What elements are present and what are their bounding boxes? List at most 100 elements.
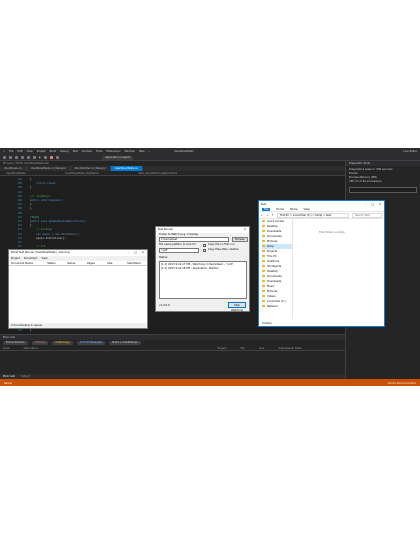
code-line[interactable]: var panel = new UserPanel(); (30, 233, 80, 236)
menu-debug[interactable]: Debug (60, 150, 69, 153)
column-project[interactable]: Project (218, 347, 227, 350)
column-status[interactable]: Status (47, 262, 67, 265)
menu-project[interactable]: Project (11, 257, 20, 260)
line-number: 106 (17, 199, 22, 202)
line-number: 105 (17, 194, 22, 198)
code-line[interactable]: } (30, 207, 32, 210)
code-line[interactable]: panel.Initialize(); (30, 237, 66, 240)
code-line[interactable]: // Act (30, 245, 45, 248)
line-number: 101 (17, 178, 22, 181)
code-line[interactable]: return false; (30, 182, 56, 185)
browse-button[interactable]: Browse (232, 237, 248, 242)
search-icon[interactable]: ⌕ (149, 150, 150, 153)
maximize-icon[interactable]: □ (134, 250, 136, 256)
code-line[interactable]: /// <summary> (30, 195, 50, 198)
forward-icon[interactable] (9, 156, 12, 159)
menu-tools[interactable]: Tools (96, 150, 102, 153)
column-submitted[interactable]: Submitted (127, 262, 147, 265)
menu-build[interactable]: Build (50, 150, 57, 153)
code-line[interactable]: { (30, 224, 32, 227)
stop-icon[interactable] (50, 156, 53, 159)
nav-item[interactable]: Network (262, 304, 292, 309)
vs-logo-icon[interactable]: ∞ (3, 150, 5, 153)
close-icon[interactable]: ✕ (142, 250, 144, 256)
pause-icon[interactable] (44, 156, 47, 159)
column-size[interactable]: Size (107, 262, 127, 265)
option1-checkbox[interactable] (203, 244, 206, 247)
minimize-icon[interactable]: – (365, 203, 366, 206)
ribbon-file[interactable]: File (262, 207, 271, 211)
close-icon[interactable]: ✕ (379, 203, 381, 206)
dialog-close-icon[interactable]: ✕ (244, 227, 249, 233)
folder-input[interactable]: C:\temp\test (159, 237, 229, 242)
maximize-icon[interactable]: □ (371, 203, 373, 206)
back-icon[interactable] (3, 156, 6, 159)
menu-file[interactable]: File (9, 150, 13, 153)
build-filter-dropdown[interactable]: Build + IntelliSense (109, 341, 141, 345)
option2-checkbox[interactable] (203, 249, 206, 252)
code-line[interactable]: } (30, 186, 32, 189)
line-number: 117 (17, 245, 22, 249)
minimize-icon[interactable]: – (128, 250, 129, 256)
menu-view[interactable]: View (41, 257, 47, 260)
code-line[interactable]: } (30, 329, 32, 332)
undo-icon[interactable] (27, 156, 30, 159)
add-to-source-control[interactable]: Add to Source Control (388, 382, 416, 385)
column-pages[interactable]: Pages (87, 262, 107, 265)
code-line[interactable]: { (30, 203, 32, 206)
application-insights-button[interactable]: Application Insights (102, 155, 134, 160)
errors-filter-button[interactable]: 0 Errors (32, 341, 49, 345)
explorer-status: 0 items (262, 322, 272, 325)
search-input[interactable]: Search test (352, 212, 382, 218)
line-number: 103 (17, 186, 22, 190)
back-arrow-icon[interactable]: ← (261, 214, 263, 217)
nav-class-dropdown[interactable]: UserPanelTests.UserPanel (65, 172, 98, 175)
menu-window[interactable]: Window (124, 150, 134, 153)
column-document-name[interactable]: Document Name (11, 262, 47, 265)
forward-arrow-icon[interactable]: → (266, 214, 268, 217)
menu-test[interactable]: Test (73, 150, 78, 153)
menu-help[interactable]: Help (139, 150, 145, 153)
restart-icon[interactable] (56, 156, 59, 159)
line-number: 137 (17, 329, 22, 333)
stop-watching-button[interactable]: Stop Watching (228, 302, 246, 312)
column-line[interactable]: Line (259, 347, 264, 350)
address-bar[interactable]: This PC > Local Disk (C:) > temp > test (276, 212, 349, 218)
save-icon[interactable] (15, 156, 18, 159)
messages-filter-button[interactable]: 0 of 40 Messages (76, 341, 106, 345)
column-owner[interactable]: Owner (67, 262, 87, 265)
line-number: 115 (17, 236, 22, 240)
save-all-icon[interactable] (21, 156, 24, 159)
ribbon-view[interactable]: View (304, 208, 310, 211)
code-line[interactable]: // Arrange (30, 228, 52, 231)
continue-icon[interactable]: ▶ (39, 156, 41, 159)
code-line[interactable]: { (30, 178, 32, 181)
tab-error-list[interactable]: Error List (3, 375, 15, 378)
menu-document[interactable]: Document (24, 257, 37, 260)
code-line[interactable]: [Test] (30, 216, 39, 219)
pattern-input[interactable]: *.pdf (159, 248, 199, 253)
menu-analyze[interactable]: Analyze (82, 150, 92, 153)
column-description[interactable]: Description (24, 347, 204, 350)
tab-output[interactable]: Output (21, 375, 30, 378)
menu-edit[interactable]: Edit (18, 150, 23, 153)
log-box[interactable]: [1:1] 2023 9:41:17 PM - Watching: C:\tem… (159, 261, 247, 299)
ribbon-share[interactable]: Share (290, 208, 298, 211)
nav-project-dropdown[interactable]: UserPanelTests (6, 172, 25, 175)
column-file[interactable]: File (241, 347, 245, 350)
live-share-button[interactable]: Live Share (403, 150, 417, 153)
test-runner-dialog: Test Runner ✕ Folder to Watch (e.g. C:\t… (155, 226, 250, 312)
column-suppression[interactable]: Suppression State (278, 347, 302, 350)
menu-extensions[interactable]: Extensions (106, 150, 120, 153)
code-line[interactable]: public void Dispose() (30, 199, 63, 202)
menu-project[interactable]: Project (37, 150, 46, 153)
warnings-filter-button[interactable]: 0 Warnings (52, 341, 73, 345)
menu-view[interactable]: View (27, 150, 33, 153)
code-line[interactable]: public void UpdatePanelsByCriteria() (30, 220, 86, 223)
column-code[interactable]: Code (3, 347, 10, 350)
redo-icon[interactable] (33, 156, 36, 159)
nav-member-dropdown[interactable]: Test_UsersMatchingByCriteria (138, 172, 177, 175)
ribbon-home[interactable]: Home (276, 208, 284, 211)
up-arrow-icon[interactable]: ↑ (271, 214, 273, 217)
scope-dropdown[interactable]: Entire Solution (3, 341, 29, 345)
